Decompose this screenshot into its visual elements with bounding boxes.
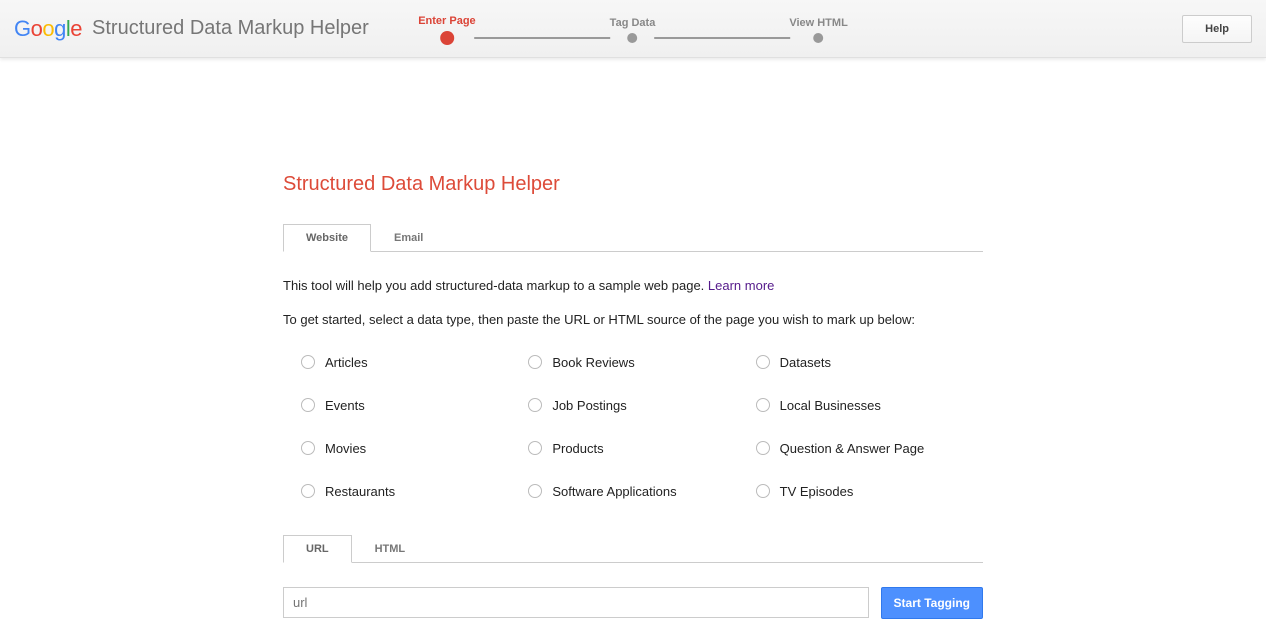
input-row: Start Tagging bbox=[283, 587, 983, 619]
radio-label: Book Reviews bbox=[552, 355, 634, 370]
main-content: Structured Data Markup Helper Website Em… bbox=[283, 173, 983, 619]
radio-label: Datasets bbox=[780, 355, 831, 370]
progress-stepper: Enter Page Tag Data View HTML bbox=[418, 15, 848, 43]
radio-icon bbox=[528, 484, 542, 498]
radio-icon bbox=[301, 355, 315, 369]
radio-book-reviews[interactable]: Book Reviews bbox=[528, 355, 755, 370]
radio-icon bbox=[756, 484, 770, 498]
radio-articles[interactable]: Articles bbox=[301, 355, 528, 370]
start-tagging-button[interactable]: Start Tagging bbox=[881, 587, 983, 619]
radio-icon bbox=[301, 398, 315, 412]
radio-datasets[interactable]: Datasets bbox=[756, 355, 983, 370]
radio-label: Question & Answer Page bbox=[780, 441, 925, 456]
step-dot-icon bbox=[627, 33, 637, 43]
tab-email[interactable]: Email bbox=[371, 224, 446, 252]
radio-label: Job Postings bbox=[552, 398, 626, 413]
radio-software-apps[interactable]: Software Applications bbox=[528, 484, 755, 499]
step-label: Tag Data bbox=[610, 17, 656, 29]
radio-icon bbox=[756, 398, 770, 412]
step-dot-icon bbox=[440, 31, 454, 45]
radio-label: Local Businesses bbox=[780, 398, 881, 413]
radio-icon bbox=[528, 398, 542, 412]
radio-label: Restaurants bbox=[325, 484, 395, 499]
app-title: Structured Data Markup Helper bbox=[92, 17, 369, 40]
step-label: Enter Page bbox=[418, 15, 475, 27]
step-view-html: View HTML bbox=[789, 17, 847, 43]
radio-local-businesses[interactable]: Local Businesses bbox=[756, 398, 983, 413]
logo-block: Google Structured Data Markup Helper bbox=[14, 16, 369, 42]
input-type-tabs: URL HTML bbox=[283, 535, 983, 563]
radio-label: Software Applications bbox=[552, 484, 676, 499]
tab-website[interactable]: Website bbox=[283, 224, 371, 252]
help-button[interactable]: Help bbox=[1182, 15, 1252, 43]
radio-tv-episodes[interactable]: TV Episodes bbox=[756, 484, 983, 499]
data-type-grid: Articles Book Reviews Datasets Events Jo… bbox=[283, 355, 983, 499]
radio-label: TV Episodes bbox=[780, 484, 854, 499]
step-tag-data: Tag Data bbox=[610, 17, 656, 43]
app-header: Google Structured Data Markup Helper Ent… bbox=[0, 0, 1266, 58]
instruction-text: To get started, select a data type, then… bbox=[283, 312, 983, 327]
radio-restaurants[interactable]: Restaurants bbox=[301, 484, 528, 499]
url-input[interactable] bbox=[283, 587, 869, 618]
google-logo: Google bbox=[14, 16, 82, 42]
radio-products[interactable]: Products bbox=[528, 441, 755, 456]
radio-job-postings[interactable]: Job Postings bbox=[528, 398, 755, 413]
radio-label: Movies bbox=[325, 441, 366, 456]
radio-label: Events bbox=[325, 398, 365, 413]
radio-icon bbox=[301, 484, 315, 498]
radio-events[interactable]: Events bbox=[301, 398, 528, 413]
radio-icon bbox=[528, 355, 542, 369]
learn-more-link[interactable]: Learn more bbox=[708, 278, 774, 293]
tab-html[interactable]: HTML bbox=[352, 535, 429, 563]
radio-label: Articles bbox=[325, 355, 368, 370]
tab-url[interactable]: URL bbox=[283, 535, 352, 563]
page-title: Structured Data Markup Helper bbox=[283, 173, 983, 196]
step-connector bbox=[475, 37, 611, 39]
step-label: View HTML bbox=[789, 17, 847, 29]
step-dot-icon bbox=[814, 33, 824, 43]
radio-icon bbox=[301, 441, 315, 455]
intro-text: This tool will help you add structured-d… bbox=[283, 278, 708, 293]
step-enter-page: Enter Page bbox=[418, 15, 475, 43]
step-connector bbox=[654, 37, 790, 39]
radio-movies[interactable]: Movies bbox=[301, 441, 528, 456]
radio-label: Products bbox=[552, 441, 603, 456]
source-type-tabs: Website Email bbox=[283, 224, 983, 252]
intro-paragraph: This tool will help you add structured-d… bbox=[283, 276, 983, 296]
radio-icon bbox=[756, 355, 770, 369]
radio-icon bbox=[756, 441, 770, 455]
radio-qa-page[interactable]: Question & Answer Page bbox=[756, 441, 983, 456]
radio-icon bbox=[528, 441, 542, 455]
